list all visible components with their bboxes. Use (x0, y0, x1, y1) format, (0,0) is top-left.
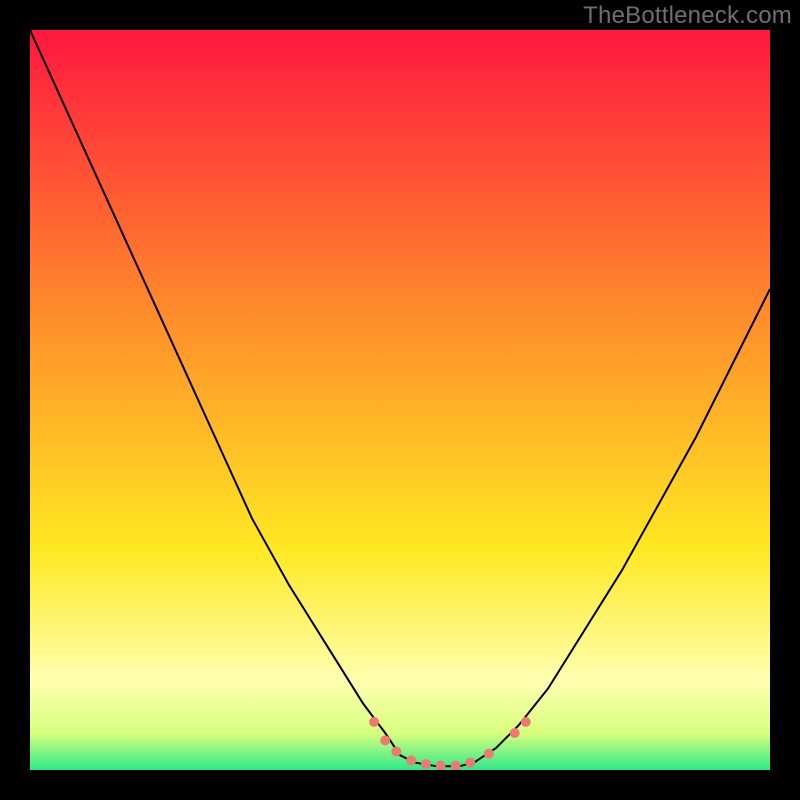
curve-marker (380, 735, 390, 745)
curve-marker (391, 747, 401, 757)
chart-frame: TheBottleneck.com (0, 0, 800, 800)
watermark-text: TheBottleneck.com (583, 2, 792, 30)
curve-marker (465, 758, 475, 768)
curve-marker (406, 755, 416, 765)
curve-marker (521, 717, 531, 727)
curve-marker (421, 759, 431, 769)
bottleneck-chart (30, 30, 770, 770)
gradient-background (30, 30, 770, 770)
curve-marker (510, 728, 520, 738)
curve-marker (369, 717, 379, 727)
curve-marker (484, 749, 494, 759)
